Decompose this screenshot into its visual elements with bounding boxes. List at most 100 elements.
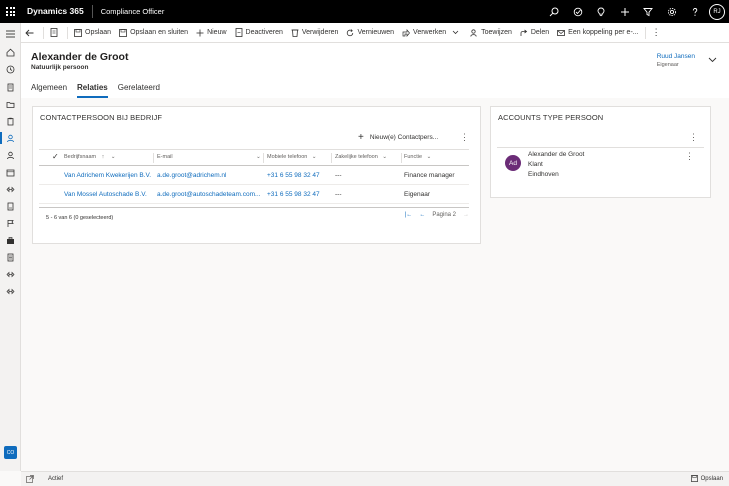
connection-icon[interactable] (0, 266, 21, 282)
tab-algemeen[interactable]: Algemeen (31, 83, 67, 98)
sync-icon[interactable] (0, 181, 21, 197)
page-label: Pagina 2 (432, 212, 456, 218)
form-icon[interactable] (46, 23, 65, 43)
app-launcher-icon[interactable] (0, 0, 21, 23)
table-row[interactable]: Van Mossel Autoschade B.V. a.de.groot@au… (39, 185, 469, 204)
next-page-icon[interactable]: → (463, 212, 469, 218)
record-title: Alexander de Groot (31, 51, 129, 63)
owner-field[interactable]: Ruud Jansen Eigenaar (657, 53, 695, 68)
open-in-new-window-icon[interactable] (26, 475, 34, 485)
owner-label: Eigenaar (656, 62, 679, 68)
assign-button[interactable]: Toewijzen (466, 23, 516, 43)
column-header-mobile[interactable]: Mobiele telefoon ⌄ (267, 154, 317, 160)
accounts-card: ACCOUNTS TYPE PERSOON ⋮ Ad Alexander de … (490, 106, 711, 198)
contact-card-title: CONTACTPERSOON BIJ BEDRIJF (40, 113, 163, 122)
plus-icon: + (358, 132, 364, 143)
refresh-button[interactable]: Vernieuwen (342, 23, 398, 43)
process-label: Verwerken (413, 29, 447, 36)
select-all-checkmark-icon[interactable]: ✓ (52, 152, 59, 161)
table-row[interactable]: Van Adrichem Kwekerijen B.V. a.de.groot@… (39, 166, 469, 185)
chevron-down-icon (452, 30, 459, 35)
record-subtitle: Natuurlijk persoon (31, 64, 89, 71)
deactivate-button[interactable]: Deactiveren (231, 23, 287, 43)
calendar-icon[interactable] (0, 164, 21, 180)
contact-card-more-icon[interactable]: ⋮ (460, 133, 469, 142)
process-button[interactable]: Verwerken (398, 23, 466, 43)
save-icon (74, 28, 82, 37)
email-link-button[interactable]: Een koppeling per e-... (553, 23, 642, 43)
new-contact-button[interactable]: + Nieuw(e) Contactpers... (358, 132, 438, 143)
cell-mobile[interactable]: +31 6 55 98 32 47 (267, 172, 320, 179)
flag-icon[interactable] (0, 215, 21, 231)
delete-button[interactable]: Verwijderen (287, 23, 343, 43)
new-label: Nieuw (207, 29, 227, 36)
column-header-email[interactable]: E-mail ⌄ (157, 154, 261, 160)
new-contact-label: Nieuw(e) Contactpers... (369, 134, 439, 141)
gear-icon[interactable] (660, 0, 684, 23)
cell-function: Eigenaar (404, 191, 431, 198)
pager: |← ← Pagina 2 → (398, 212, 469, 218)
plus-icon (196, 29, 204, 36)
assign-icon (470, 28, 477, 37)
cell-function: Finance manager (404, 172, 455, 179)
folder-icon[interactable] (0, 96, 21, 112)
area-switcher-badge[interactable]: CO (4, 446, 17, 459)
add-icon[interactable] (613, 0, 637, 23)
lightbulb-icon[interactable] (590, 0, 614, 23)
list-icon[interactable] (0, 249, 21, 265)
brand-title[interactable]: Dynamics 365 (21, 5, 93, 18)
user-avatar[interactable]: RJ (709, 3, 725, 20)
share-label: Delen (530, 29, 550, 36)
first-page-icon[interactable]: |← (405, 212, 413, 218)
column-header-function[interactable]: Functie ⌄ (404, 154, 431, 160)
help-icon[interactable] (684, 0, 708, 23)
account-item[interactable]: Alexander de Groot Klant Eindhoven (528, 151, 584, 181)
new-button[interactable]: Nieuw (192, 23, 230, 43)
filter-icon[interactable] (637, 0, 661, 23)
accounts-card-more-icon[interactable]: ⋮ (689, 133, 698, 142)
hamburger-icon[interactable] (0, 26, 21, 42)
save-button[interactable]: Opslaan (70, 23, 115, 43)
cell-company[interactable]: Van Adrichem Kwekerijen B.V. (64, 172, 151, 179)
save-close-button[interactable]: Opslaan en sluiten (115, 23, 192, 43)
app-name[interactable]: Compliance Officer (93, 7, 165, 16)
previous-page-icon[interactable]: ← (419, 212, 425, 218)
cell-email[interactable]: a.de.groot@autoschadeteam.com... (157, 191, 260, 198)
task-icon[interactable] (566, 0, 590, 23)
briefcase-icon[interactable] (0, 232, 21, 248)
grid-header: ✓ Bedrijfsnaam ↑ ⌄ E-mail ⌄ Mobiele tele… (39, 149, 469, 166)
contacts-icon[interactable] (0, 130, 21, 146)
assign-label: Toewijzen (481, 29, 512, 36)
share-button[interactable]: Delen (516, 23, 553, 43)
header-expand-chevron-icon[interactable] (708, 57, 717, 65)
process-icon (402, 28, 411, 37)
form-tabs: Algemeen Relaties Gerelateerd (31, 83, 170, 98)
owner-name[interactable]: Ruud Jansen (657, 53, 695, 60)
document-icon[interactable] (0, 79, 21, 95)
cell-email[interactable]: a.de.groot@adrichem.nl (157, 172, 226, 179)
clipboard-icon[interactable] (0, 113, 21, 129)
account-item-more-icon[interactable]: ⋮ (685, 152, 694, 161)
record-count: 5 - 6 van 6 (0 geselecteerd) (46, 215, 114, 221)
save-label: Opslaan (85, 29, 112, 36)
report-icon[interactable] (0, 198, 21, 214)
recent-icon[interactable] (0, 61, 21, 77)
column-header-company[interactable]: Bedrijfsnaam ↑ ⌄ (64, 154, 116, 160)
email-link-icon (557, 29, 566, 36)
statusbar-save-button[interactable]: Opslaan (690, 475, 723, 482)
tab-relaties[interactable]: Relaties (77, 83, 108, 98)
relationship-icon[interactable] (0, 283, 21, 299)
account-name[interactable]: Alexander de Groot (528, 151, 584, 158)
account-avatar: Ad (505, 155, 521, 171)
cell-mobile[interactable]: +31 6 55 98 32 47 (267, 191, 320, 198)
home-icon[interactable] (0, 44, 21, 60)
deactivate-label: Deactiveren (245, 29, 283, 36)
delete-label: Verwijderen (301, 29, 339, 36)
search-icon[interactable] (543, 0, 567, 23)
tab-gerelateerd[interactable]: Gerelateerd (118, 83, 160, 98)
person-icon[interactable] (0, 147, 21, 163)
cell-company[interactable]: Van Mossel Autoschade B.V. (64, 191, 147, 198)
more-commands-icon[interactable]: ⋮ (648, 23, 665, 43)
back-button[interactable] (21, 23, 41, 43)
column-header-business-phone[interactable]: Zakelijke telefoon ⌄ (335, 154, 387, 160)
